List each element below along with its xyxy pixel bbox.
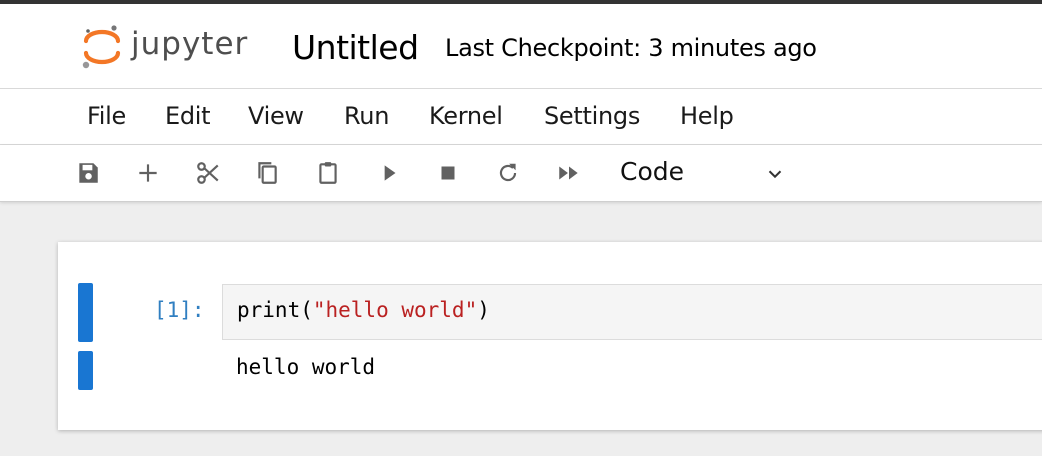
menu-edit[interactable]: Edit (165, 102, 211, 130)
menu-view[interactable]: View (248, 102, 304, 130)
code-function: print( (237, 298, 313, 322)
add-cell-icon (139, 164, 157, 182)
save-icon (79, 163, 98, 183)
code-line: print("hello world") (237, 298, 490, 322)
cell-output: hello world (236, 355, 376, 379)
stop-button[interactable] (432, 157, 464, 189)
code-editor[interactable]: print("hello world") (222, 284, 1042, 340)
jupyter-wordmark: jupyter (131, 26, 249, 62)
run-icon (384, 165, 396, 181)
run-button[interactable] (373, 157, 405, 189)
add-cell-button[interactable] (132, 157, 164, 189)
jupyter-logo-icon[interactable] (80, 22, 124, 72)
restart-run-all-button[interactable] (553, 157, 585, 189)
menu-settings[interactable]: Settings (544, 102, 640, 130)
output-collapser[interactable] (78, 351, 93, 390)
restart-button[interactable] (492, 157, 524, 189)
menu-file[interactable]: File (87, 102, 126, 130)
paste-icon (319, 162, 337, 184)
cell-type-value: Code (620, 157, 685, 186)
code-string: "hello world" (312, 298, 478, 322)
last-checkpoint-status: Last Checkpoint: 3 minutes ago (445, 34, 817, 62)
stop-icon (441, 166, 455, 180)
chevron-down-icon (768, 170, 782, 179)
save-button[interactable] (72, 157, 104, 189)
cell-type-dropdown[interactable]: Code (616, 157, 796, 189)
menu-bar: File Edit View Run Kernel Settings Help (0, 89, 1042, 145)
menu-run[interactable]: Run (344, 102, 389, 130)
copy-icon (258, 162, 277, 184)
menu-help[interactable]: Help (680, 102, 734, 130)
input-collapser[interactable] (78, 283, 93, 342)
cut-button[interactable] (192, 157, 224, 189)
paste-button[interactable] (312, 157, 344, 189)
header: jupyter Untitled Last Checkpoint: 3 minu… (0, 4, 1042, 89)
fast-forward-icon (559, 166, 578, 180)
notebook-toolbar: Code (0, 145, 1042, 202)
code-cell[interactable]: [1]: print("hello world") hello world (58, 242, 1042, 430)
cut-icon (197, 162, 219, 184)
code-close-paren: ) (477, 298, 490, 322)
execution-count-prompt: [1]: (154, 298, 205, 322)
copy-button[interactable] (251, 157, 283, 189)
menu-kernel[interactable]: Kernel (429, 102, 503, 130)
notebook-title[interactable]: Untitled (292, 28, 419, 67)
restart-icon (499, 163, 517, 182)
